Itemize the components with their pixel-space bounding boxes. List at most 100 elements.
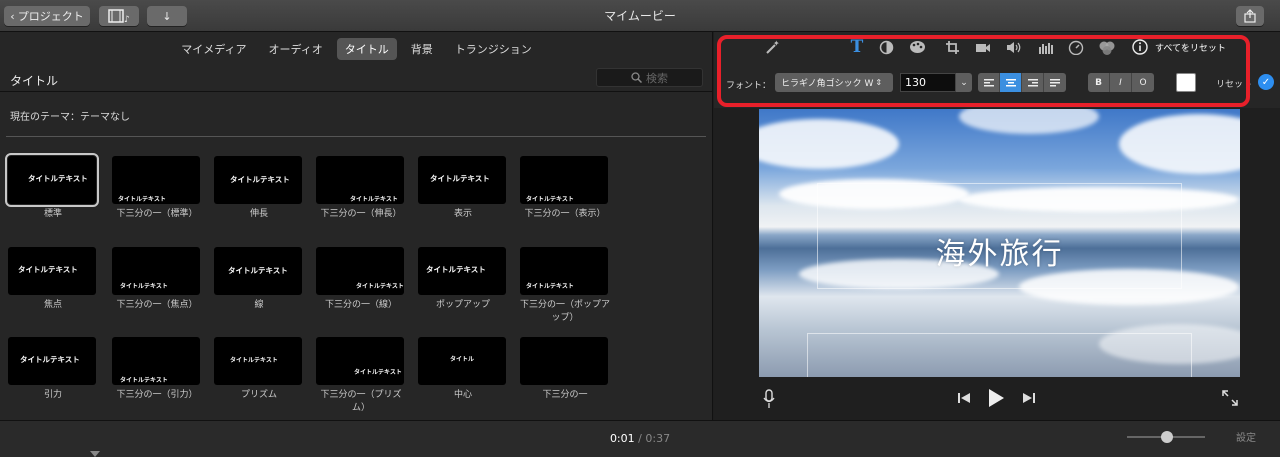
font-size-field[interactable]: 130 bbox=[900, 73, 956, 92]
title-label: 中心 bbox=[453, 390, 472, 400]
outline-button[interactable]: O bbox=[1132, 73, 1154, 92]
title-tile[interactable]: 下三分の一 bbox=[520, 337, 610, 402]
tab-4[interactable]: トランジション bbox=[447, 38, 540, 60]
title-tile[interactable]: タイトルテキスト ポップアップ bbox=[418, 247, 508, 312]
color-balance-icon[interactable] bbox=[876, 38, 896, 56]
equalizer-icon[interactable] bbox=[1036, 38, 1056, 56]
title-label: 下三分の一（線） bbox=[324, 300, 397, 310]
share-button[interactable] bbox=[1236, 6, 1264, 26]
play-button[interactable] bbox=[985, 386, 1007, 410]
align-left-button[interactable] bbox=[978, 73, 1000, 92]
font-size-dropdown[interactable]: ⌄ bbox=[956, 73, 972, 92]
section-title: タイトル bbox=[10, 74, 59, 88]
title-tile[interactable]: タイトルテキスト 表示 bbox=[418, 156, 508, 221]
thumbnail-text: タイトルテキスト bbox=[426, 265, 486, 274]
title-tile[interactable]: タイトルテキスト 焦点 bbox=[8, 247, 98, 312]
info-icon[interactable] bbox=[1130, 38, 1150, 56]
crop-icon[interactable] bbox=[942, 38, 962, 56]
title-label: 下三分の一 bbox=[542, 390, 588, 400]
thumbnail-text: タイトルテキスト bbox=[230, 357, 278, 364]
title-thumbnail[interactable]: タイトルテキスト bbox=[316, 247, 404, 295]
title-tile[interactable]: タイトルテキスト下三分の一（表示） bbox=[520, 156, 610, 221]
text-color-swatch[interactable] bbox=[1176, 73, 1196, 92]
title-thumbnail[interactable]: タイトルテキスト bbox=[520, 247, 608, 295]
video-title-text[interactable]: 海外旅行 bbox=[759, 229, 1240, 273]
title-tile[interactable]: タイトルテキスト 標準 bbox=[5, 153, 99, 221]
justify-button[interactable] bbox=[1044, 73, 1066, 92]
camera-icon[interactable] bbox=[973, 38, 993, 56]
title-thumbnail[interactable]: タイトルテキスト bbox=[418, 247, 506, 295]
title-label: 下三分の一（引力） bbox=[116, 390, 198, 400]
fullscreen-button[interactable] bbox=[1220, 388, 1240, 408]
title-tile[interactable]: タイトルテキスト 下三分の一（焦点） bbox=[112, 247, 202, 312]
title-thumbnail[interactable]: タイトルテキスト bbox=[214, 337, 302, 385]
title-thumbnail[interactable]: タイトルテキスト bbox=[316, 337, 404, 385]
microphone-icon bbox=[763, 389, 775, 408]
zoom-slider-knob[interactable] bbox=[1161, 431, 1173, 443]
palette-icon[interactable] bbox=[907, 38, 927, 56]
title-tile[interactable]: タイトルテキスト プリズム bbox=[214, 337, 304, 402]
filter-icon[interactable] bbox=[1097, 38, 1117, 56]
volume-icon[interactable] bbox=[1004, 38, 1024, 56]
title-tile[interactable]: タイトルテキスト 下三分の一（伸長） bbox=[316, 156, 406, 221]
title-thumbnail[interactable]: タイトルテキスト bbox=[316, 156, 404, 204]
playhead-marker-icon[interactable] bbox=[90, 451, 100, 457]
thumbnail-text: タイトルテキスト bbox=[120, 283, 168, 290]
skip-back-icon bbox=[958, 393, 970, 403]
align-right-button[interactable] bbox=[1022, 73, 1044, 92]
tab-2[interactable]: タイトル bbox=[336, 38, 397, 60]
title-tile[interactable]: タイトルテキスト 伸長 bbox=[214, 156, 304, 221]
thumbnail-text: タイトルテキスト bbox=[526, 196, 574, 203]
magic-wand-icon[interactable]: ✦ bbox=[762, 38, 782, 56]
title-thumbnail[interactable]: タイトルテキスト bbox=[418, 156, 506, 204]
italic-button[interactable]: I bbox=[1110, 73, 1132, 92]
text-style-control: B I O bbox=[1088, 73, 1154, 92]
share-icon bbox=[1244, 9, 1256, 23]
apply-checkmark-icon[interactable]: ✓ bbox=[1258, 74, 1274, 90]
align-center-button[interactable] bbox=[1000, 73, 1022, 92]
title-tile[interactable]: タイトルテキスト 下三分の一（プリズム） bbox=[316, 337, 406, 415]
skip-forward-icon bbox=[1023, 393, 1035, 403]
title-thumbnail[interactable]: タイトル bbox=[418, 337, 506, 385]
title-thumbnail[interactable]: タイトルテキスト bbox=[214, 247, 302, 295]
tab-0[interactable]: マイメディア bbox=[173, 38, 254, 60]
title-thumbnail[interactable]: タイトルテキスト bbox=[112, 156, 200, 204]
title-thumbnail[interactable]: タイトルテキスト bbox=[8, 337, 96, 385]
settings-button[interactable]: 設定 bbox=[1236, 429, 1256, 444]
tab-3[interactable]: 背景 bbox=[403, 38, 441, 60]
title-thumbnail[interactable] bbox=[520, 337, 608, 385]
skip-forward-button[interactable] bbox=[1020, 390, 1038, 406]
font-family-value: ヒラギノ角ゴシック W bbox=[781, 79, 874, 89]
title-tile[interactable]: タイトルテキスト下三分の一（引力） bbox=[112, 337, 202, 402]
title-tile[interactable]: タイトルテキスト下三分の一（線） bbox=[316, 247, 406, 312]
title-tile[interactable]: タイトル 中心 bbox=[418, 337, 508, 402]
title-thumbnail[interactable]: タイトルテキスト bbox=[5, 153, 99, 207]
title-thumbnail[interactable]: タイトルテキスト bbox=[8, 247, 96, 295]
voiceover-button[interactable] bbox=[760, 388, 778, 410]
text-icon[interactable]: T bbox=[847, 37, 867, 57]
speedometer-icon[interactable] bbox=[1066, 38, 1086, 56]
action-safe-guide bbox=[807, 333, 1192, 377]
title-thumbnail[interactable]: タイトルテキスト bbox=[214, 156, 302, 204]
thumbnail-text: タイトルテキスト bbox=[230, 175, 290, 184]
title-thumbnail[interactable]: タイトルテキスト bbox=[112, 247, 200, 295]
title-label: 引力 bbox=[43, 390, 62, 400]
align-center-icon bbox=[1005, 78, 1016, 86]
thumbnail-text: タイトルテキスト bbox=[120, 377, 168, 384]
title-tile[interactable]: タイトルテキスト 下三分の一（ポップアップ） bbox=[520, 247, 610, 325]
title-thumbnail[interactable]: タイトルテキスト bbox=[112, 337, 200, 385]
search-field[interactable]: 検索 bbox=[596, 68, 703, 87]
current-theme-label: 現在のテーマ：テーマなし bbox=[10, 112, 130, 123]
title-thumbnail[interactable]: タイトルテキスト bbox=[520, 156, 608, 204]
title-tile[interactable]: タイトルテキスト 下三分の一（標準） bbox=[112, 156, 202, 221]
tab-1[interactable]: オーディオ bbox=[261, 38, 331, 60]
total-time: 0:37 bbox=[645, 432, 671, 445]
title-label: 下三分の一（表示） bbox=[524, 209, 606, 219]
reset-button[interactable]: リセット bbox=[1216, 77, 1252, 90]
reset-all-button[interactable]: すべてをリセット bbox=[1155, 41, 1226, 54]
skip-back-button[interactable] bbox=[955, 390, 973, 406]
title-tile[interactable]: タイトルテキスト線 bbox=[214, 247, 304, 312]
font-family-select[interactable]: ヒラギノ角ゴシック W ⇕ bbox=[775, 73, 893, 92]
title-tile[interactable]: タイトルテキスト引力 bbox=[8, 337, 98, 402]
bold-button[interactable]: B bbox=[1088, 73, 1110, 92]
